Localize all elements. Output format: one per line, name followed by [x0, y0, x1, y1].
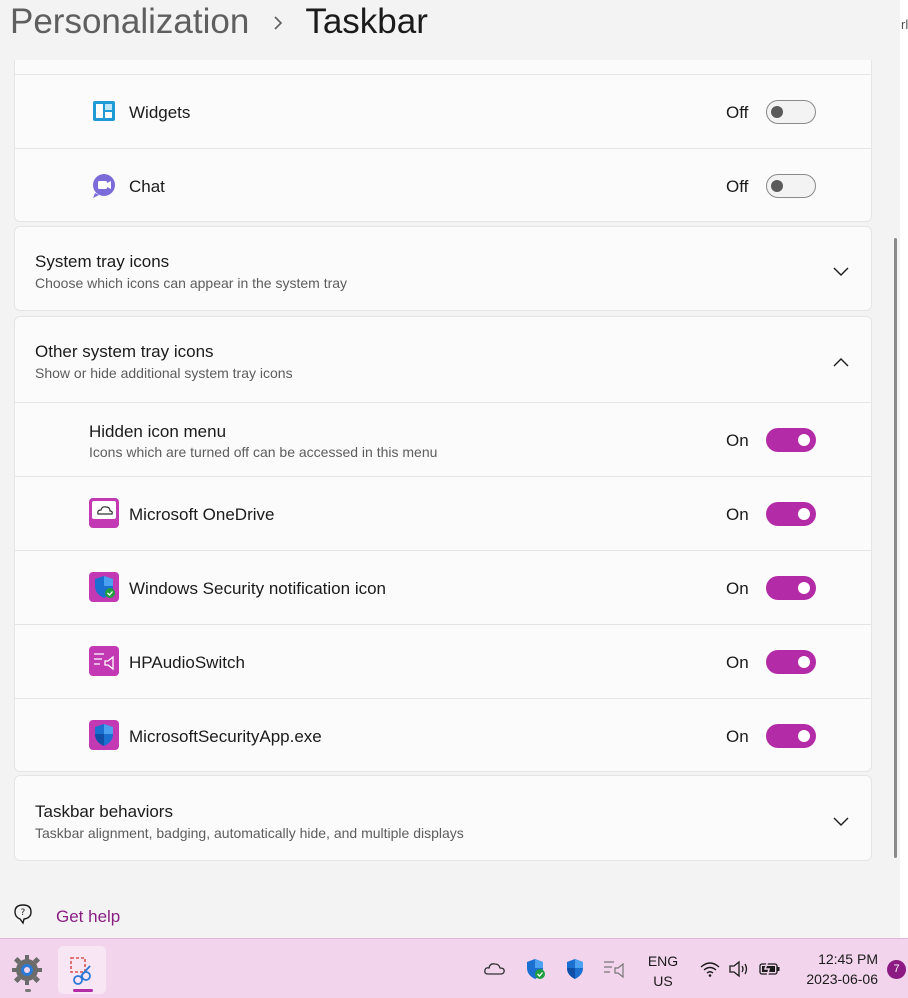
wifi-icon[interactable] [699, 960, 721, 983]
background-window-text: rl [901, 17, 908, 32]
settings-row-hidden-icon-menu: Hidden icon menu Icons which are turned … [15, 402, 871, 476]
other-system-tray-icons-card: Other system tray icons Show or hide add… [14, 316, 872, 772]
scrollbar[interactable] [894, 238, 897, 858]
clock-date: 2023-06-06 [806, 971, 878, 987]
active-app-indicator [73, 989, 93, 992]
hp-audio-switch-label: HPAudioSwitch [129, 653, 245, 672]
chat-toggle[interactable] [766, 174, 816, 198]
hp-audio-switch-toggle[interactable] [766, 650, 816, 674]
chevron-up-icon[interactable] [833, 354, 849, 367]
battery-icon[interactable] [758, 960, 782, 983]
taskbar-behaviors-card[interactable]: Taskbar behaviors Taskbar alignment, bad… [14, 775, 872, 861]
chevron-right-icon [273, 7, 283, 38]
settings-window: Personalization Taskbar Widgets Off Chat… [0, 0, 900, 930]
settings-row-microsoft-security-app: MicrosoftSecurityApp.exe On [15, 698, 871, 772]
hp-audio-switch-state: On [726, 653, 749, 672]
chat-state: Off [726, 177, 749, 196]
volume-icon[interactable] [728, 960, 750, 983]
onedrive-state: On [726, 505, 749, 524]
chat-label: Chat [129, 177, 165, 196]
settings-row-chat: Chat Off [15, 148, 871, 222]
clock-time: 12:45 PM [818, 951, 878, 967]
microsoft-security-app-state: On [726, 727, 749, 746]
settings-icon[interactable] [10, 953, 44, 992]
hidden-icon-menu-state: On [726, 431, 749, 450]
taskbar-behaviors-title: Taskbar behaviors [35, 802, 173, 821]
widgets-state: Off [726, 103, 749, 122]
windows-security-toggle[interactable] [766, 576, 816, 600]
hp-audio-switch-icon [89, 646, 119, 676]
other-system-tray-icons-header[interactable]: Other system tray icons Show or hide add… [15, 317, 871, 402]
language-indicator[interactable]: ENG US [640, 951, 686, 991]
onedrive-toggle[interactable] [766, 502, 816, 526]
other-system-tray-icons-title: Other system tray icons [35, 342, 214, 361]
clock[interactable]: 12:45 PM 2023-06-06 [792, 949, 878, 989]
background-window-edge: rl [900, 0, 908, 940]
widgets-toggle[interactable] [766, 100, 816, 124]
windows-security-state: On [726, 579, 749, 598]
chevron-down-icon[interactable] [833, 264, 849, 276]
system-tray-icons-card[interactable]: System tray icons Choose which icons can… [14, 226, 872, 311]
snipping-tool-icon[interactable] [58, 946, 106, 994]
microsoft-security-app-icon [89, 720, 119, 750]
chevron-down-icon[interactable] [833, 814, 849, 826]
hidden-icon-menu-toggle[interactable] [766, 428, 816, 452]
page-title: Taskbar [305, 2, 428, 41]
help-chat-icon: ? [12, 902, 36, 930]
windows-security-icon [89, 572, 119, 602]
microsoft-security-app-toggle[interactable] [766, 724, 816, 748]
widgets-label: Widgets [129, 103, 191, 122]
system-tray-icons-title: System tray icons [35, 252, 170, 271]
microsoft-security-app-label: MicrosoftSecurityApp.exe [129, 727, 322, 746]
taskbar-behaviors-description: Taskbar alignment, badging, automaticall… [35, 825, 464, 841]
settings-row-windows-security: Windows Security notification icon On [15, 550, 871, 624]
audio-switch-tray-icon[interactable] [603, 958, 627, 985]
get-help-link[interactable]: ? Get help [12, 902, 120, 930]
system-tray-icons-description: Choose which icons can appear in the sys… [35, 275, 348, 291]
onedrive-icon [89, 498, 119, 528]
onedrive-label: Microsoft OneDrive [129, 505, 275, 524]
widgets-icon [89, 97, 119, 127]
defender-tray-icon[interactable] [564, 957, 586, 986]
breadcrumb-parent[interactable]: Personalization [10, 2, 249, 42]
running-indicator [25, 989, 31, 992]
notification-badge[interactable]: 7 [887, 960, 906, 979]
language-code: ENG [647, 953, 679, 969]
security-tray-icon[interactable] [524, 957, 546, 986]
system-taskbar: ENG US 12:45 PM 2023-06-06 7 [0, 938, 908, 998]
hidden-icon-menu-label: Hidden icon menu [89, 422, 227, 441]
chat-icon [89, 171, 119, 201]
windows-security-label: Windows Security notification icon [129, 579, 387, 598]
taskbar-items-card: Widgets Off Chat Off [14, 40, 872, 222]
hidden-icon-menu-description: Icons which are turned off can be access… [89, 444, 438, 460]
get-help-label: Get help [56, 906, 121, 926]
svg-text:?: ? [21, 908, 26, 918]
other-system-tray-icons-description: Show or hide additional system tray icon… [35, 365, 293, 381]
onedrive-tray-icon[interactable] [483, 959, 507, 984]
settings-row-hp-audio-switch: HPAudioSwitch On [15, 624, 871, 698]
settings-row-onedrive: Microsoft OneDrive On [15, 476, 871, 550]
breadcrumb: Personalization Taskbar [10, 2, 428, 42]
keyboard-region: US [653, 973, 673, 989]
title-bar: Personalization Taskbar [0, 0, 900, 60]
settings-row-widgets: Widgets Off [15, 74, 871, 148]
